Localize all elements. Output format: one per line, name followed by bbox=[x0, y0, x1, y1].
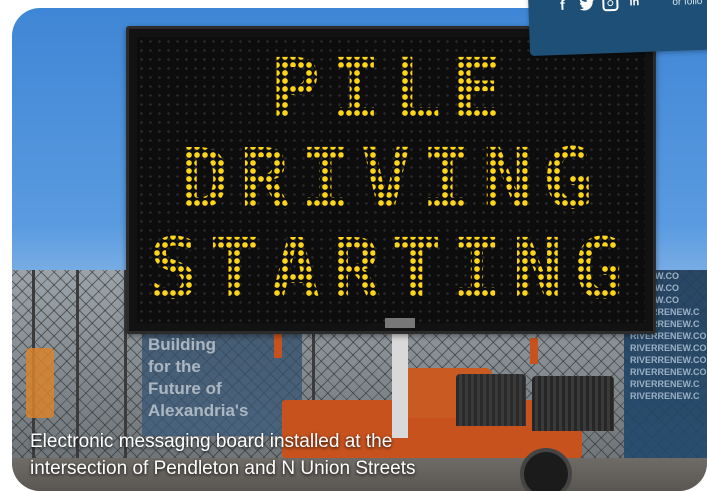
banner-line: for the bbox=[148, 357, 201, 376]
caption-line-1: Electronic messaging board installed at … bbox=[30, 431, 393, 452]
led-message-board: PILE DRIVING STARTING bbox=[126, 26, 656, 334]
trash-can bbox=[456, 374, 526, 426]
twitter-icon[interactable] bbox=[578, 0, 595, 12]
sign-bracket bbox=[274, 334, 282, 358]
fence-wrap-line: RIVERRENEW.CO bbox=[630, 367, 707, 377]
instagram-icon[interactable] bbox=[602, 0, 619, 12]
fence-wrap-line: RIVERRENEW.C bbox=[630, 379, 700, 389]
facebook-icon[interactable]: f bbox=[554, 0, 571, 13]
fence-wrap-line: RIVERRENEW.C bbox=[630, 391, 700, 401]
social-text: activin or follo bbox=[672, 0, 703, 9]
led-line-1: PILE bbox=[137, 45, 645, 133]
caption-line-2: intersection of Pendleton and N Union St… bbox=[30, 458, 416, 479]
fence-wrap-line: RIVERRENEW.CO bbox=[630, 343, 707, 353]
photo-caption: Electronic messaging board installed at … bbox=[30, 428, 550, 482]
banner-line: Alexandria's bbox=[148, 401, 249, 420]
social-card: f in activin or follo bbox=[528, 0, 707, 56]
social-icons: f in bbox=[554, 0, 643, 13]
led-display: PILE DRIVING STARTING bbox=[137, 37, 645, 323]
photo-slide: Building for the Future of Alexandria's … bbox=[0, 0, 707, 491]
social-text-line: or follo bbox=[672, 0, 703, 8]
sign-bracket bbox=[530, 338, 538, 364]
traffic-barrel bbox=[26, 348, 54, 418]
trash-can bbox=[532, 376, 614, 431]
banner-line: Building bbox=[148, 335, 216, 354]
led-line-3: STARTING bbox=[137, 225, 645, 313]
trailer-mast bbox=[392, 328, 408, 438]
sign-mount bbox=[385, 318, 415, 328]
led-line-2: DRIVING bbox=[137, 135, 645, 223]
banner-line: Future of bbox=[148, 379, 222, 398]
fence-banner-text: Building for the Future of Alexandria's bbox=[148, 334, 248, 422]
fence-wrap-line: RIVERRENEW.CO bbox=[630, 355, 707, 365]
linkedin-icon[interactable]: in bbox=[626, 0, 643, 11]
